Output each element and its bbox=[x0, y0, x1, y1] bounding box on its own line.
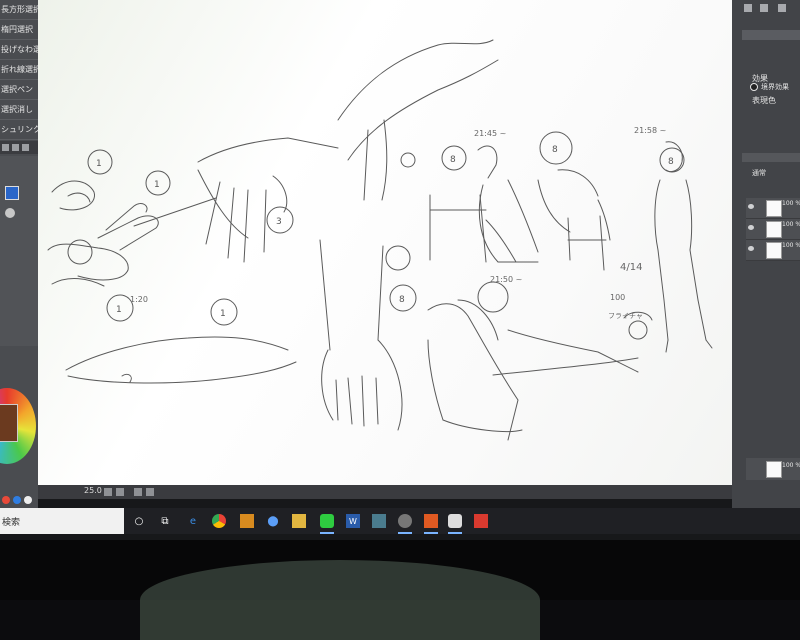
app-icon[interactable] bbox=[474, 514, 488, 528]
left-tool-panel: 長方形選択 楕円選択 投げなわ選択 折れ線選択 選択ペン 選択消し シュリンク選… bbox=[0, 0, 38, 508]
layer-row[interactable]: 100 %通常 レイヤー bbox=[746, 458, 800, 480]
layer-name: 100 %通常 用紙 bbox=[782, 242, 800, 249]
sketch-number: 8 bbox=[450, 155, 456, 165]
layer-name: 100 %通常 レイヤー bbox=[782, 462, 800, 469]
sub-color-icon[interactable] bbox=[13, 496, 21, 504]
sketch-number: 1 bbox=[96, 159, 102, 169]
active-indicator bbox=[448, 532, 462, 534]
tool-item[interactable]: 長方形選択 bbox=[0, 0, 38, 20]
transparent-color-icon[interactable] bbox=[24, 496, 32, 504]
layer-row[interactable]: 100 %通常 レイヤー bbox=[746, 219, 800, 240]
blanket bbox=[140, 560, 540, 640]
drawing-canvas[interactable]: 1 1 3 1 1 8 8 8 8 21:45 ~ 21:58 ~ 21:50 … bbox=[38, 0, 732, 485]
right-panel: 効果 境界効果 表現色 通常 100 %通常 レイヤー 100 %通常 レイヤー… bbox=[732, 0, 800, 508]
time-note: 21:50 ~ bbox=[490, 275, 522, 284]
time-note: 21:58 ~ bbox=[634, 126, 666, 135]
count-note: 100 bbox=[610, 293, 625, 302]
eye-icon[interactable] bbox=[748, 204, 754, 209]
delete-icon[interactable] bbox=[22, 144, 29, 151]
navigator-icon[interactable] bbox=[744, 4, 752, 12]
tool-item[interactable]: 選択消し bbox=[0, 100, 38, 120]
layer-row[interactable]: 100 %通常 用紙 bbox=[746, 240, 800, 261]
effect-row: 境界効果 bbox=[750, 82, 789, 92]
color-indicators bbox=[2, 496, 32, 504]
edge-icon[interactable]: e bbox=[186, 514, 200, 528]
main-color-icon[interactable] bbox=[2, 496, 10, 504]
zoom-readout[interactable]: 25.0 bbox=[84, 486, 102, 495]
edge-icon[interactable]: ⬤ bbox=[266, 514, 280, 528]
active-indicator bbox=[398, 532, 412, 534]
app-icon[interactable] bbox=[398, 514, 412, 528]
time-note: 1:20 bbox=[130, 295, 148, 304]
layer-name: 100 %通常 レイヤー bbox=[782, 221, 800, 228]
flip-icon[interactable] bbox=[146, 488, 154, 496]
windows-taskbar: 検索 ○ ⧉ e ⬤ W bbox=[0, 508, 800, 534]
sketch-number: 1 bbox=[154, 180, 160, 190]
start-icon[interactable]: ○ bbox=[132, 514, 146, 528]
sketch-number: 1 bbox=[116, 305, 122, 315]
tool-item[interactable]: 楕円選択 bbox=[0, 20, 38, 40]
subtool-bar bbox=[0, 141, 38, 154]
border-effect-label: 境界効果 bbox=[761, 83, 789, 91]
layer-thumbnail bbox=[766, 461, 782, 478]
text-note: フライチャ bbox=[608, 312, 643, 320]
time-note: 21:45 ~ bbox=[474, 129, 506, 138]
tool-item[interactable]: 選択ペン bbox=[0, 80, 38, 100]
sub-view-icon[interactable] bbox=[778, 4, 786, 12]
tool-item[interactable]: 投げなわ選択 bbox=[0, 40, 38, 60]
layer-thumbnail bbox=[766, 200, 782, 217]
layer-thumbnail bbox=[766, 221, 782, 238]
copy-icon[interactable] bbox=[12, 144, 19, 151]
color-picker-square[interactable] bbox=[0, 404, 18, 442]
app-icon[interactable] bbox=[448, 514, 462, 528]
clip-studio-icon[interactable] bbox=[424, 514, 438, 528]
sketch-layer: 1 1 3 1 1 8 8 8 8 21:45 ~ 21:58 ~ 21:50 … bbox=[47, 39, 713, 441]
line-app-icon[interactable] bbox=[320, 514, 334, 528]
active-indicator bbox=[424, 532, 438, 534]
panel-tab-bar bbox=[738, 2, 794, 12]
word-icon[interactable]: W bbox=[346, 514, 360, 528]
tool-list: 長方形選択 楕円選択 投げなわ選択 折れ線選択 選択ペン 選択消し シュリンク選… bbox=[0, 0, 38, 140]
sketch-number: 8 bbox=[668, 157, 674, 167]
canvas-status-bar: 25.0 bbox=[38, 485, 732, 499]
store-icon[interactable] bbox=[240, 514, 254, 528]
tool-item[interactable]: 折れ線選択 bbox=[0, 60, 38, 80]
display-color-label: 表現色 bbox=[752, 96, 776, 105]
search-input[interactable]: 検索 bbox=[0, 508, 124, 534]
sketch-number: 8 bbox=[552, 145, 558, 155]
border-effect-radio[interactable] bbox=[750, 83, 758, 91]
sketch-number: 1 bbox=[220, 309, 226, 319]
eye-icon[interactable] bbox=[748, 246, 754, 251]
sketch-number: 3 bbox=[276, 217, 282, 227]
tool-property-panel bbox=[0, 156, 38, 346]
menu-icon[interactable] bbox=[2, 144, 9, 151]
file-explorer-icon[interactable] bbox=[292, 514, 306, 528]
blend-mode-label[interactable]: 通常 bbox=[752, 168, 766, 178]
zoom-out-icon[interactable] bbox=[104, 488, 112, 496]
layer-name: 100 %通常 レイヤー bbox=[782, 200, 800, 207]
color-swatch[interactable] bbox=[5, 186, 19, 200]
chrome-icon[interactable] bbox=[212, 514, 226, 528]
eye-icon[interactable] bbox=[748, 225, 754, 230]
brush-size-icon[interactable] bbox=[5, 208, 15, 218]
layer-thumbnail bbox=[766, 242, 782, 259]
rotate-icon[interactable] bbox=[134, 488, 142, 496]
layer-property-icon[interactable] bbox=[760, 4, 768, 12]
note-icon[interactable] bbox=[372, 514, 386, 528]
search-placeholder: 検索 bbox=[2, 518, 21, 528]
layer-panel-header bbox=[742, 153, 800, 162]
layer-row[interactable]: 100 %通常 レイヤー bbox=[746, 198, 800, 219]
tool-item[interactable]: シュリンク選択 bbox=[0, 120, 38, 140]
date-note: 4/14 bbox=[620, 262, 642, 273]
sketch-number: 8 bbox=[399, 295, 405, 305]
layer-property-header bbox=[742, 30, 800, 40]
zoom-in-icon[interactable] bbox=[116, 488, 124, 496]
active-indicator bbox=[320, 532, 334, 534]
task-view-icon[interactable]: ⧉ bbox=[158, 514, 172, 528]
